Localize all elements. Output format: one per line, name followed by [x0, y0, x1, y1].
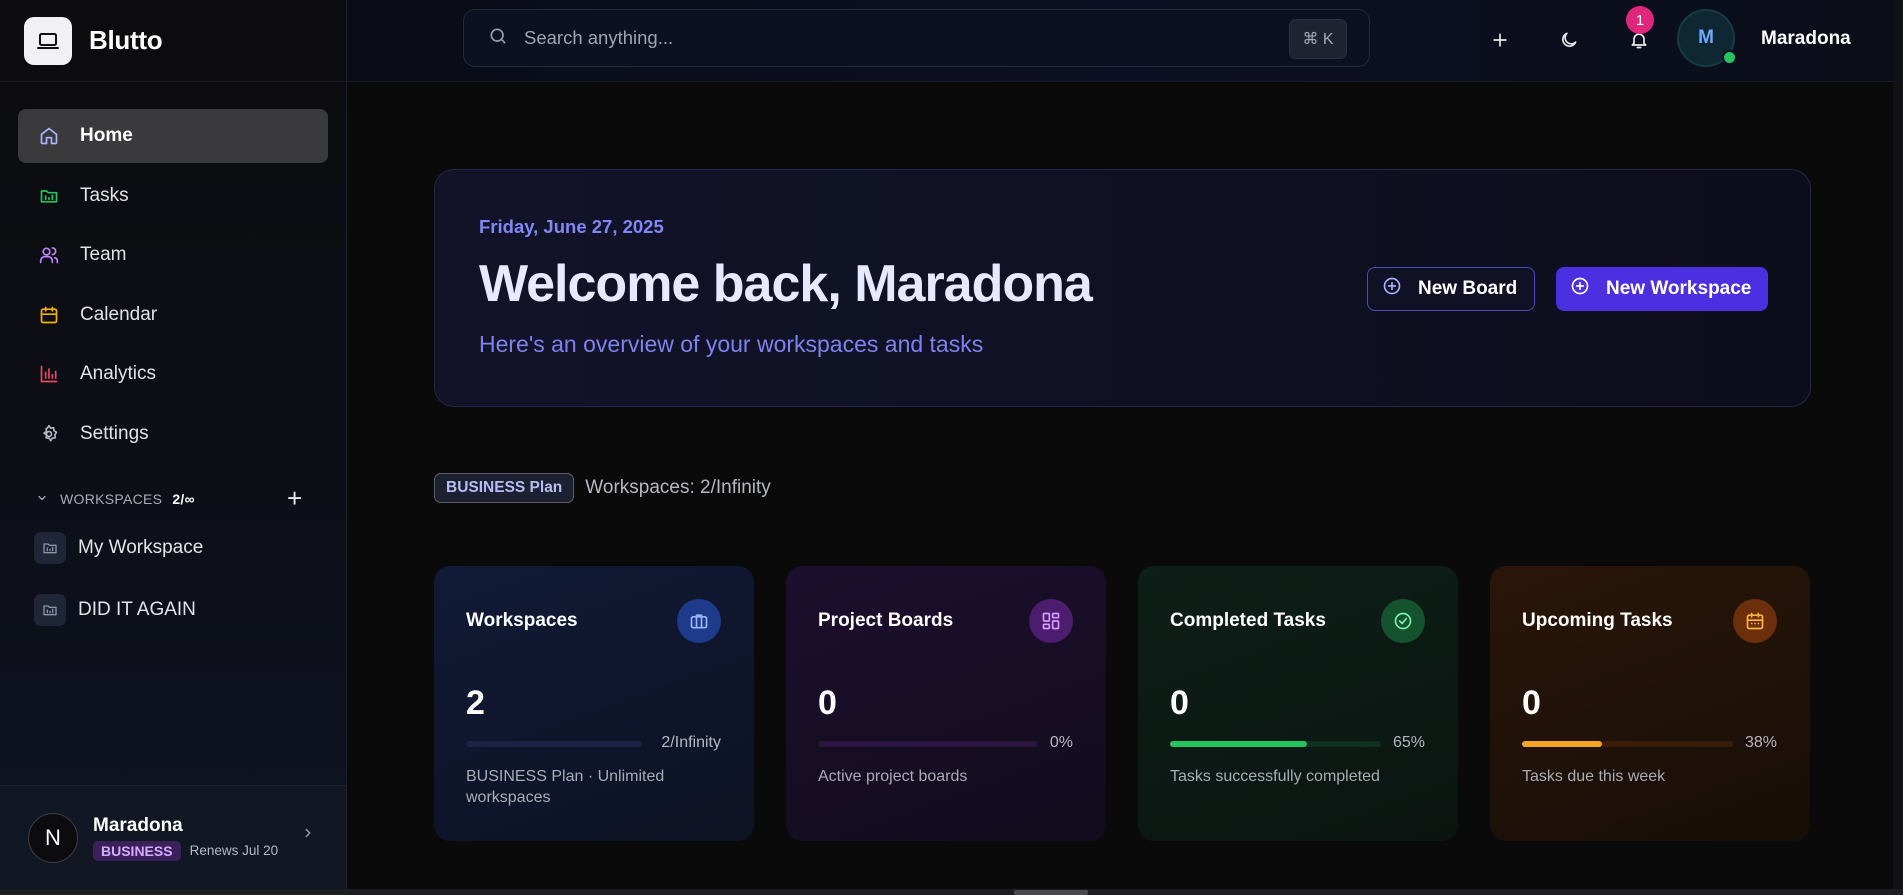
theme-toggle-button[interactable]: [1549, 20, 1589, 60]
notification-badge: 1: [1626, 6, 1654, 34]
check-circle-icon: [1381, 599, 1425, 643]
new-workspace-button[interactable]: New Workspace: [1556, 267, 1768, 311]
main-nav: Home Tasks Team Calendar Analytics Setti…: [0, 82, 346, 461]
workspaces-header-label: WORKSPACES: [60, 490, 163, 507]
card-value: 0: [818, 684, 837, 722]
card-title: Project Boards: [818, 610, 954, 631]
card-title: Completed Tasks: [1170, 610, 1326, 631]
sidebar: Blutto Home Tasks Team Calendar Analytic…: [0, 0, 347, 889]
home-icon: [38, 125, 60, 147]
top-user-name[interactable]: Maradona: [1761, 28, 1851, 50]
user-name: Maradona: [93, 814, 183, 836]
analytics-icon: [38, 363, 60, 385]
workspaces-count: 2/∞: [172, 490, 195, 507]
card-description: BUSINESS Plan · Unlimited workspaces: [466, 768, 665, 806]
page-subtitle: Here's an overview of your workspaces an…: [479, 331, 984, 357]
nav-item-label: Calendar: [80, 303, 158, 325]
card-description: Tasks successfully completed: [1170, 768, 1380, 785]
progress-bar: [818, 741, 1037, 747]
search-icon: [488, 26, 508, 51]
progress-label: 2/Infinity: [661, 734, 721, 751]
nav-item-tasks[interactable]: Tasks: [18, 169, 328, 223]
new-board-button[interactable]: New Board: [1367, 267, 1535, 311]
progress-label: 0%: [1049, 734, 1073, 751]
card-value: 0: [1170, 684, 1189, 722]
progress-bar: [1170, 741, 1381, 747]
topbar: Search anything... ⌘ K 1 M Maradona: [347, 0, 1903, 82]
card-title: Upcoming Tasks: [1522, 610, 1673, 631]
plus-circle-icon: [1382, 276, 1402, 302]
chevron-right-icon: [301, 826, 315, 845]
nav-item-label: Home: [80, 125, 133, 146]
nav-item-home[interactable]: Home: [18, 109, 328, 163]
stat-card-project-boards[interactable]: Project Boards 0 0% Active project board…: [786, 566, 1106, 841]
progress-bar: [1522, 741, 1733, 747]
workspace-item-my-workspace[interactable]: My Workspace: [0, 517, 346, 579]
avatar: N: [28, 812, 78, 863]
card-description: Tasks due this week: [1522, 768, 1666, 785]
horizontal-scrollbar[interactable]: [0, 889, 1903, 895]
card-value: 2: [466, 684, 485, 722]
nav-item-calendar[interactable]: Calendar: [18, 288, 328, 342]
add-workspace-icon[interactable]: +: [287, 483, 302, 514]
workspaces-header[interactable]: WORKSPACES 2/∞ +: [0, 483, 346, 514]
online-status-dot: [1722, 50, 1737, 65]
renews-text: Renews Jul 20: [189, 843, 279, 858]
card-title: Workspaces: [466, 610, 578, 631]
plan-badge: BUSINESS Plan: [434, 473, 575, 503]
stat-card-workspaces[interactable]: Workspaces 2 2/Infinity BUSINESS Plan · …: [434, 566, 754, 841]
progress-label: 65%: [1392, 734, 1425, 751]
calendar-icon: [1733, 599, 1777, 643]
plus-circle-icon: [1570, 276, 1590, 302]
shortcut-hint: ⌘ K: [1289, 19, 1347, 59]
user-card[interactable]: N Maradona BUSINESS Renews Jul 20: [0, 785, 346, 889]
nav-item-label: Analytics: [80, 363, 157, 384]
briefcase-icon: [677, 599, 721, 643]
calendar-icon: [38, 304, 60, 326]
plan-row: BUSINESS Plan Workspaces: 2/Infinity: [434, 473, 771, 503]
nav-item-team[interactable]: Team: [18, 228, 328, 282]
progress-fill: [1522, 741, 1603, 747]
scrollbar-thumb[interactable]: [1014, 890, 1088, 895]
brand[interactable]: Blutto: [0, 0, 346, 82]
new-workspace-label: New Workspace: [1606, 278, 1752, 299]
brand-name: Blutto: [89, 25, 163, 55]
workspace-label: My Workspace: [78, 536, 204, 558]
nav-item-label: Tasks: [80, 184, 129, 206]
card-description: Active project boards: [818, 768, 968, 785]
board-icon: [1029, 599, 1073, 643]
moon-icon: [1562, 32, 1577, 47]
chevron-down-icon: [36, 491, 48, 507]
stat-card-completed-tasks[interactable]: Completed Tasks 0 65% Tasks successfully…: [1138, 566, 1458, 841]
progress-fill: [1170, 741, 1308, 747]
progress-bar: [466, 741, 642, 747]
laptop-icon: [24, 16, 72, 65]
search-input[interactable]: Search anything...: [524, 27, 673, 49]
nav-item-label: Settings: [80, 422, 149, 444]
team-icon: [38, 244, 60, 266]
folder-icon: [34, 531, 66, 564]
add-button[interactable]: [1480, 20, 1520, 60]
workspaces-usage: Workspaces: 2/Infinity: [585, 477, 771, 498]
current-date: Friday, June 27, 2025: [479, 216, 664, 237]
welcome-panel: Friday, June 27, 2025 Welcome back, Mara…: [434, 169, 1811, 407]
plan-badge: BUSINESS: [93, 840, 181, 861]
page-title: Welcome back, Maradona: [479, 255, 1093, 313]
tasks-icon: [38, 185, 60, 207]
search-bar[interactable]: Search anything... ⌘ K: [463, 9, 1370, 67]
nav-item-settings[interactable]: Settings: [18, 407, 328, 461]
new-board-label: New Board: [1418, 278, 1518, 299]
gear-icon: [38, 423, 60, 445]
folder-icon: [34, 593, 66, 626]
vertical-scrollbar[interactable]: [1893, 0, 1903, 889]
progress-label: 38%: [1744, 734, 1777, 751]
workspace-label: DID IT AGAIN: [78, 598, 196, 620]
workspace-item-did-it-again[interactable]: DID IT AGAIN: [0, 579, 346, 641]
stat-card-upcoming-tasks[interactable]: Upcoming Tasks 0 38% Tasks due this week: [1490, 566, 1810, 841]
card-value: 0: [1522, 684, 1541, 722]
nav-item-analytics[interactable]: Analytics: [18, 347, 328, 401]
nav-item-label: Team: [80, 244, 127, 265]
